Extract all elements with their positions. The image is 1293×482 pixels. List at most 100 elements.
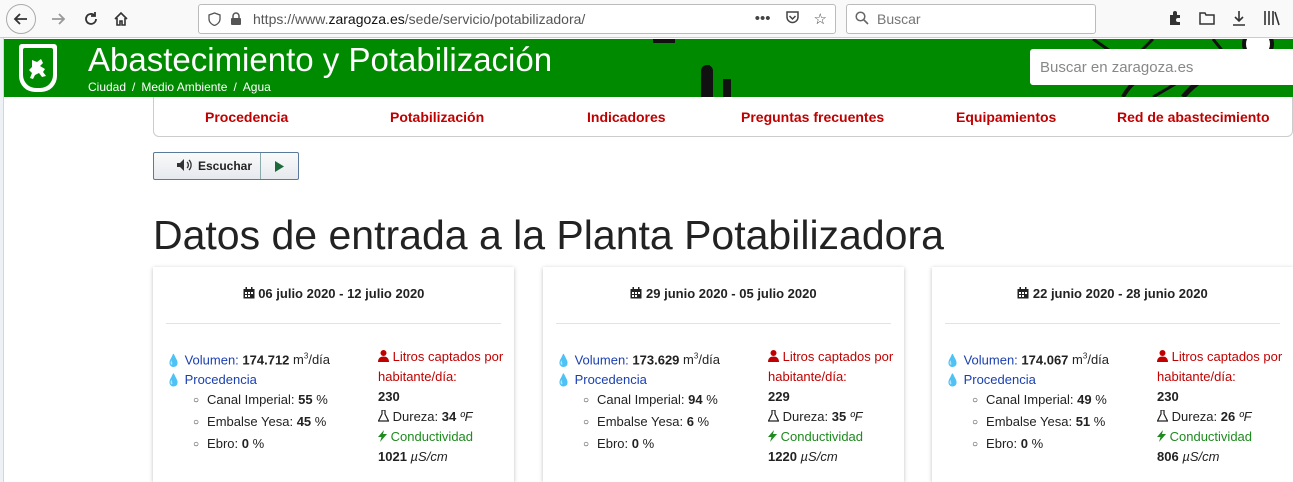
dureza-row: Dureza: 26 ºF (1156, 407, 1287, 427)
extensions-icon[interactable] (1167, 10, 1183, 31)
home-icon[interactable] (107, 5, 135, 33)
shield-icon[interactable] (207, 12, 221, 26)
url-text: https://www.zaragoza.es/sede/servicio/po… (253, 11, 586, 27)
calendar-icon (1017, 286, 1029, 301)
list-item: Ebro: 0 % (583, 434, 720, 456)
back-arrow-icon[interactable] (6, 4, 36, 34)
litros-label: Litros captados por habitante/día: (378, 349, 504, 384)
litros-value: 229 (768, 389, 790, 404)
main-menu: Procedencia Potabilización Indicadores P… (153, 97, 1293, 137)
volumen-unit: m3/día (683, 352, 721, 368)
list-item: Embalse Yesa: 45 % (193, 412, 330, 434)
card-date: 22 junio 2020 - 28 junio 2020 (932, 286, 1293, 301)
menu-indicadores[interactable]: Indicadores (587, 109, 666, 125)
procedencia-row: 💧 Procedencia (556, 370, 720, 390)
breadcrumb-separator: / (233, 80, 237, 94)
conductividad-label: Conductividad (1157, 427, 1287, 447)
browser-search-bar[interactable] (846, 4, 1096, 34)
procedencia-row: 💧 Procedencia (945, 370, 1109, 390)
list-item: Canal Imperial: 55 % (193, 390, 330, 412)
user-icon (378, 349, 389, 364)
card-date-text: 06 julio 2020 - 12 julio 2020 (258, 286, 425, 301)
page-actions-icon[interactable]: ••• (755, 10, 771, 29)
procedencia-list: Canal Imperial: 55 % Embalse Yesa: 45 % … (166, 390, 330, 456)
menu-equipamientos[interactable]: Equipamientos (956, 109, 1056, 125)
volumen-value: 174.712 (242, 352, 290, 368)
screenshot-icon[interactable] (1199, 10, 1215, 31)
volumen-row: 💧 Volumen: 173.629 m3/día (556, 347, 720, 370)
downloads-icon[interactable] (1231, 10, 1247, 31)
breadcrumb-ciudad[interactable]: Ciudad (88, 80, 126, 94)
menu-potabilizacion[interactable]: Potabilización (390, 109, 484, 125)
bolt-icon (1157, 429, 1166, 444)
volumen-row: 💧 Volumen: 174.712 m3/día (166, 347, 330, 370)
conductividad-label: Conductividad (768, 427, 898, 447)
bookmark-star-icon[interactable]: ☆ (814, 10, 827, 29)
sidebar-edge (0, 38, 4, 482)
breadcrumb-separator: / (132, 80, 136, 94)
data-card: 06 julio 2020 - 12 julio 2020 💧 Volumen:… (153, 267, 514, 482)
breadcrumb: Ciudad / Medio Ambiente / Agua (88, 80, 271, 94)
water-drop-icon: 💧 (556, 353, 571, 368)
divider (166, 323, 501, 324)
data-card: 22 junio 2020 - 28 junio 2020 💧 Volumen:… (932, 267, 1293, 482)
conductividad-value: 1021 µS/cm (378, 449, 448, 464)
volumen-label: Volumen: (963, 352, 1018, 368)
lion-icon (23, 48, 53, 88)
divider (945, 323, 1280, 324)
user-icon (768, 349, 779, 364)
litros-value: 230 (1157, 389, 1179, 404)
menu-preguntas-frecuentes[interactable]: Preguntas frecuentes (741, 109, 884, 125)
volumen-unit: m3/día (293, 352, 331, 368)
card-date: 06 julio 2020 - 12 julio 2020 (153, 286, 514, 301)
breadcrumb-medio-ambiente[interactable]: Medio Ambiente (141, 80, 227, 94)
site-header: Abastecimiento y Potabilización Ciudad / … (4, 39, 1293, 97)
site-title: Abastecimiento y Potabilización (88, 41, 553, 78)
flask-icon (767, 409, 780, 424)
browser-search-input[interactable] (877, 11, 1077, 27)
reload-icon[interactable] (77, 5, 105, 33)
water-drop-icon: 💧 (945, 353, 960, 368)
volumen-value: 174.067 (1021, 352, 1069, 368)
water-drop-icon: 💧 (945, 373, 960, 388)
bolt-icon (378, 429, 387, 444)
volumen-row: 💧 Volumen: 174.067 m3/día (945, 347, 1109, 370)
page-title: Datos de entrada a la Planta Potabilizad… (153, 212, 944, 258)
list-item: Canal Imperial: 94 % (583, 390, 720, 412)
litros-value: 230 (378, 389, 400, 404)
volumen-unit: m3/día (1072, 352, 1110, 368)
procedencia-label: Procedencia (574, 372, 647, 388)
city-logo[interactable] (19, 44, 57, 92)
list-item: Canal Imperial: 49 % (972, 390, 1109, 412)
list-item: Ebro: 0 % (972, 434, 1109, 456)
menu-procedencia[interactable]: Procedencia (205, 109, 288, 125)
card-date-text: 29 junio 2020 - 05 julio 2020 (646, 286, 817, 301)
browser-toolbar: https://www.zaragoza.es/sede/servicio/po… (0, 0, 1293, 38)
bolt-icon (768, 429, 777, 444)
list-item: Embalse Yesa: 51 % (972, 412, 1109, 434)
pocket-icon[interactable] (785, 10, 800, 29)
data-card: 29 junio 2020 - 05 julio 2020 💧 Volumen:… (543, 267, 904, 482)
dureza-row: Dureza: 35 ºF (767, 407, 898, 427)
site-search-box[interactable] (1030, 49, 1293, 85)
forward-arrow-icon[interactable] (44, 5, 72, 33)
conductividad-value: 806 µS/cm (1157, 449, 1220, 464)
play-icon[interactable] (261, 160, 298, 173)
menu-red-de-abastecimiento[interactable]: Red de abastecimiento (1117, 109, 1270, 125)
listen-button[interactable]: Escuchar (154, 153, 261, 179)
user-icon (1157, 349, 1168, 364)
calendar-icon (630, 286, 642, 301)
url-bar[interactable]: https://www.zaragoza.es/sede/servicio/po… (198, 4, 836, 34)
procedencia-label: Procedencia (184, 372, 257, 388)
litros-label: Litros captados por habitante/día: (768, 349, 894, 384)
volumen-value: 173.629 (632, 352, 680, 368)
water-drop-icon: 💧 (556, 373, 571, 388)
volumen-label: Volumen: (574, 352, 629, 368)
procedencia-list: Canal Imperial: 94 % Embalse Yesa: 6 % E… (556, 390, 720, 456)
lock-icon[interactable] (229, 12, 243, 26)
breadcrumb-agua[interactable]: Agua (243, 80, 271, 94)
library-icon[interactable] (1263, 10, 1281, 31)
litros-label: Litros captados por habitante/día: (1157, 349, 1283, 384)
site-search-input[interactable] (1040, 58, 1280, 76)
listen-widget: Escuchar (153, 152, 299, 180)
